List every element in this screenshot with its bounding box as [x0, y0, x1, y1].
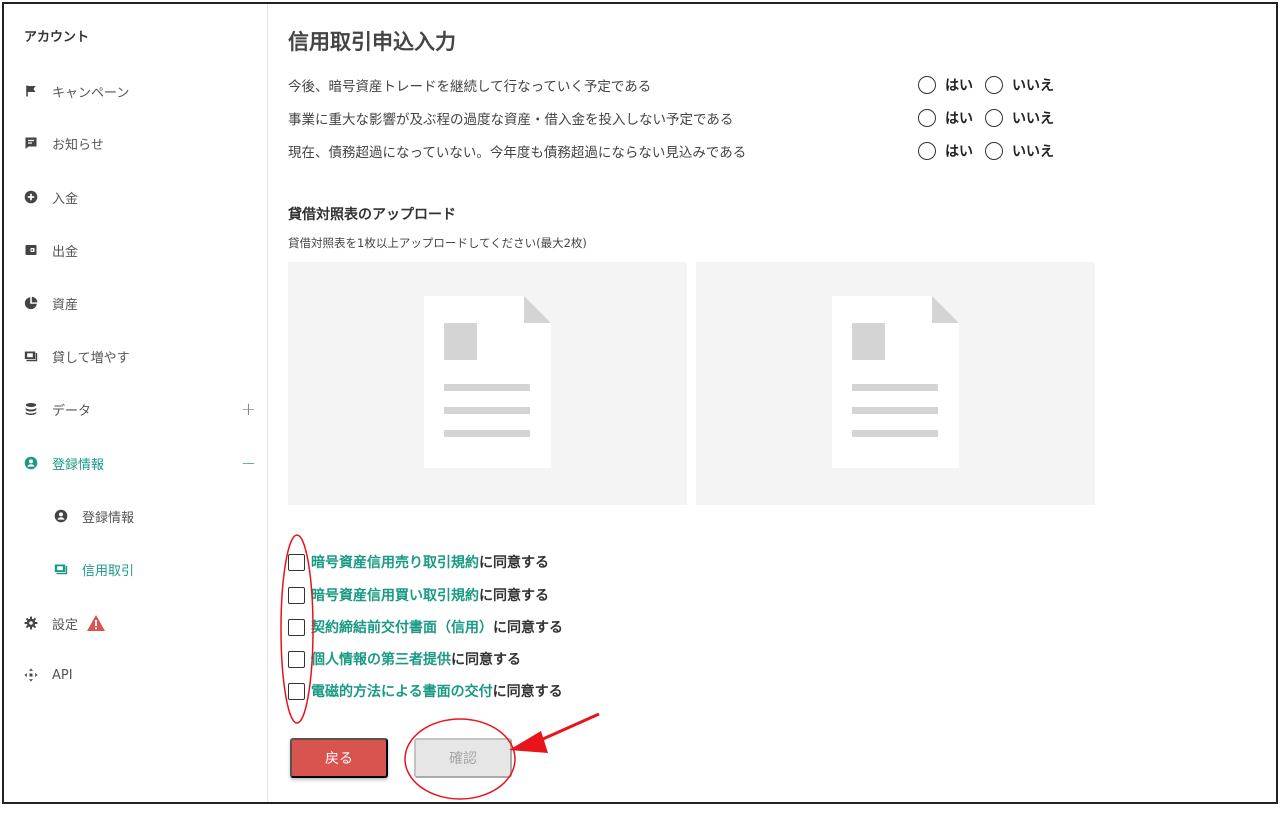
sidebar-item-label: 資産 [52, 297, 79, 313]
radio-label: いいえ [1012, 111, 1054, 127]
flag-icon [24, 84, 38, 98]
sidebar-item-data[interactable]: データ + [24, 395, 256, 423]
document-placeholder-icon [424, 296, 551, 468]
radio-label: はい [945, 144, 973, 160]
sidebar-item-label: 設定 [52, 617, 79, 633]
sidebar-item-label: 登録情報 [82, 510, 135, 526]
sidebar-item-label: 貸して増やす [52, 350, 130, 366]
radio-no[interactable]: いいえ [985, 75, 1054, 95]
agreement-link[interactable]: 電磁的方法による書面の交付 [311, 681, 493, 701]
upload-slot-2[interactable] [696, 262, 1095, 505]
radio-yes[interactable]: はい [918, 75, 973, 95]
user-circle-icon [24, 456, 38, 470]
sidebar-item-news[interactable]: お知らせ [24, 129, 256, 157]
radio-label: はい [945, 111, 973, 127]
radio-circle[interactable] [985, 109, 1003, 127]
question-text: 事業に重大な影響が及ぶ程の過度な資産・借入金を投入しない予定である [288, 112, 734, 128]
money-icon [24, 349, 38, 363]
database-icon [24, 402, 38, 416]
agreement-suffix: に同意する [492, 684, 563, 700]
sidebar-subitem-registration[interactable]: 登録情報 [54, 502, 254, 530]
agreement-row: 暗号資産信用売り取引規約 に同意する [288, 549, 549, 575]
money-icon [54, 562, 68, 576]
radio-circle[interactable] [918, 142, 936, 160]
sidebar-item-label: 入金 [52, 191, 79, 207]
radio-label: いいえ [1012, 144, 1054, 160]
question-row: 事業に重大な影響が及ぶ程の過度な資産・借入金を投入しない予定である はい いいえ [288, 106, 1078, 130]
upload-slot-1[interactable] [288, 262, 687, 505]
agreement-row: 暗号資産信用買い取引規約 に同意する [288, 582, 549, 608]
sidebar-item-lending[interactable]: 貸して増やす [24, 342, 256, 370]
agreement-row: 個人情報の第三者提供 に同意する [288, 646, 521, 672]
sidebar-item-label: データ [52, 403, 92, 419]
wallet-icon [24, 243, 38, 257]
collapse-icon[interactable]: − [241, 453, 256, 474]
agreement-link[interactable]: 個人情報の第三者提供 [311, 649, 451, 669]
agreement-checkbox[interactable] [288, 650, 305, 668]
agreement-suffix: に同意する [493, 620, 563, 636]
sidebar-item-label: 登録情報 [52, 457, 105, 473]
radio-circle[interactable] [985, 142, 1003, 160]
agreement-checkbox[interactable] [288, 682, 305, 700]
sidebar-item-withdraw[interactable]: 出金 [24, 236, 256, 264]
radio-label: はい [945, 78, 973, 94]
radio-no[interactable]: いいえ [985, 141, 1054, 161]
main-content: 信用取引申込入力 今後、暗号資産トレードを継続して行なっていく予定である はい … [268, 4, 1276, 802]
agreement-link[interactable]: 暗号資産信用買い取引規約 [311, 585, 479, 605]
sidebar-subitem-margin-trading[interactable]: 信用取引 [54, 555, 254, 583]
sidebar-item-label: お知らせ [52, 137, 104, 153]
upload-section-title: 貸借対照表のアップロード [288, 207, 456, 223]
radio-yes[interactable]: はい [918, 108, 973, 128]
agreement-checkbox[interactable] [288, 553, 305, 571]
agreement-suffix: に同意する [451, 652, 521, 668]
back-button[interactable]: 戻る [290, 738, 388, 778]
sidebar: アカウント キャンペーン お知らせ 入金 出金 資産 貸して増やす データ + … [4, 4, 268, 802]
radio-no[interactable]: いいえ [985, 108, 1054, 128]
user-circle-icon [54, 509, 68, 523]
sidebar-item-label: API [52, 667, 73, 683]
document-placeholder-icon [832, 296, 959, 468]
radio-circle[interactable] [918, 109, 936, 127]
question-text: 今後、暗号資産トレードを継続して行なっていく予定である [288, 79, 652, 95]
sidebar-item-assets[interactable]: 資産 [24, 289, 256, 317]
sidebar-item-deposit[interactable]: 入金 [24, 183, 256, 211]
page-title: 信用取引申込入力 [288, 30, 456, 54]
question-text: 現在、債務超過になっていない。今年度も債務超過にならない見込みである [288, 145, 747, 161]
warning-icon [86, 614, 106, 632]
pie-chart-icon [24, 296, 38, 310]
sidebar-item-label: キャンペーン [52, 85, 130, 101]
agreement-checkbox[interactable] [288, 618, 305, 636]
radio-circle[interactable] [918, 76, 936, 94]
agreement-row: 契約締結前交付書面（信用） に同意する [288, 614, 563, 640]
sidebar-item-api[interactable]: API [24, 661, 256, 689]
radio-circle[interactable] [985, 76, 1003, 94]
question-row: 今後、暗号資産トレードを継続して行なっていく予定である はい いいえ [288, 73, 1078, 97]
sidebar-item-label: 出金 [52, 244, 79, 260]
agreement-suffix: に同意する [479, 555, 549, 571]
radio-label: いいえ [1012, 78, 1054, 94]
upload-instruction: 貸借対照表を1枚以上アップロードしてください(最大2枚) [288, 236, 587, 250]
plus-circle-icon [24, 190, 38, 204]
sidebar-item-campaign[interactable]: キャンペーン [24, 77, 256, 105]
sidebar-item-label: 信用取引 [82, 563, 135, 579]
gear-icon [24, 616, 38, 630]
sidebar-item-registration[interactable]: 登録情報 − [24, 449, 256, 477]
agreement-link[interactable]: 暗号資産信用売り取引規約 [311, 552, 479, 572]
agreement-checkbox[interactable] [288, 586, 305, 604]
sidebar-item-settings[interactable]: 設定 [24, 609, 256, 637]
sidebar-title: アカウント [24, 30, 90, 45]
agreement-suffix: に同意する [479, 588, 549, 604]
question-row: 現在、債務超過になっていない。今年度も債務超過にならない見込みである はい いい… [288, 139, 1078, 163]
app-window: アカウント キャンペーン お知らせ 入金 出金 資産 貸して増やす データ + … [2, 2, 1278, 804]
agreement-row: 電磁的方法による書面の交付 に同意する [288, 678, 563, 704]
message-icon [24, 136, 38, 150]
api-icon [24, 668, 38, 682]
radio-yes[interactable]: はい [918, 141, 973, 161]
confirm-button[interactable]: 確認 [414, 738, 512, 778]
expand-icon[interactable]: + [241, 399, 256, 420]
agreement-link[interactable]: 契約締結前交付書面（信用） [311, 617, 493, 637]
